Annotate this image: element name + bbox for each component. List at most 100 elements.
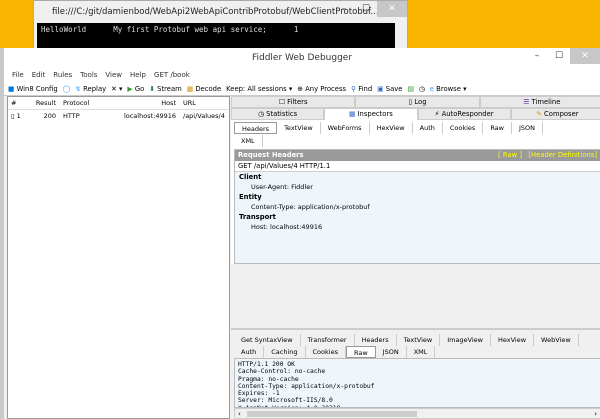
col-host[interactable]: Host bbox=[100, 99, 180, 107]
tab-inspectors[interactable]: ▦ Inspectors bbox=[324, 108, 418, 120]
close-button[interactable]: ✕ bbox=[377, 1, 407, 17]
header-group-transport: Transport bbox=[239, 213, 276, 221]
browse-button[interactable]: e Browse ▾ bbox=[430, 85, 467, 93]
find-button[interactable]: ⚲ Find bbox=[351, 85, 372, 93]
header-definitions-link[interactable]: [Header Definitions] bbox=[528, 150, 597, 161]
replay-icon: ↯ bbox=[75, 84, 81, 93]
comment-icon[interactable]: ◯ bbox=[63, 85, 71, 93]
tab-hexview[interactable]: HexView bbox=[370, 122, 413, 134]
tab-webforms[interactable]: WebForms bbox=[321, 122, 370, 134]
document-icon: ▯ bbox=[11, 112, 15, 120]
header-item: User-Agent: Fiddler bbox=[251, 183, 313, 191]
response-pane: Get SyntaxView Transformer Headers TextView… bbox=[231, 328, 600, 419]
save-icon: ▣ bbox=[377, 84, 384, 93]
tab-textview[interactable]: TextView bbox=[277, 122, 321, 134]
windows-icon: ■ bbox=[8, 84, 15, 93]
tab-caching[interactable]: Caching bbox=[264, 346, 306, 358]
go-button[interactable]: ▶ Go bbox=[127, 85, 144, 93]
tab-transformer[interactable]: Transformer bbox=[301, 334, 355, 346]
any-process-button[interactable]: ⊕ Any Process bbox=[297, 85, 346, 93]
sessions-header: # Result Protocol Host URL bbox=[8, 97, 229, 110]
win8-config-button[interactable]: ■ Win8 Config bbox=[8, 85, 58, 93]
header-item: Host: localhost:49916 bbox=[251, 223, 323, 231]
header-item: Content-Type: application/x-protobuf bbox=[251, 203, 370, 211]
tab-timeline[interactable]: ☰ Timeline bbox=[479, 96, 600, 108]
request-headers-title: Request Headers [ Raw ] [Header Definiti… bbox=[235, 150, 600, 161]
tab-composer[interactable]: ✎ Composer bbox=[510, 108, 600, 120]
maximize-button[interactable]: ☐ bbox=[548, 48, 570, 64]
menu-get-book[interactable]: GET /book bbox=[154, 71, 190, 79]
console-output: HelloWorld My first Protobuf web api ser… bbox=[37, 23, 395, 51]
crosshair-icon: ⊕ bbox=[297, 84, 303, 93]
main-tabs: ◷ Statistics ▦ Inspectors ⚡ AutoResponde… bbox=[231, 108, 600, 120]
screenshot-icon[interactable]: ▤ bbox=[407, 85, 413, 93]
tab-xml[interactable]: XML bbox=[407, 346, 436, 358]
menu-tools[interactable]: Tools bbox=[80, 71, 97, 79]
tab-raw[interactable]: Raw bbox=[345, 346, 376, 358]
tab-cookies[interactable]: Cookies bbox=[443, 122, 484, 134]
menu-rules[interactable]: Rules bbox=[53, 71, 72, 79]
timer-icon[interactable]: ◷ bbox=[419, 85, 425, 93]
col-url[interactable]: URL bbox=[180, 99, 196, 107]
menu-view[interactable]: View bbox=[105, 71, 122, 79]
tab-raw[interactable]: Raw bbox=[483, 122, 512, 134]
tab-webview[interactable]: WebView bbox=[534, 334, 579, 346]
tab-json[interactable]: JSON bbox=[376, 346, 407, 358]
minimize-button[interactable]: – bbox=[333, 1, 355, 17]
close-button[interactable]: ✕ bbox=[570, 48, 600, 64]
tab-get-syntaxview[interactable]: Get SyntaxView bbox=[234, 334, 301, 346]
response-raw-text[interactable]: HTTP/1.1 200 OK Cache-Control: no-cache … bbox=[234, 358, 600, 408]
top-tabs: ☐ Filters ▯ Log ☰ Timeline bbox=[231, 96, 600, 108]
tab-xml[interactable]: XML bbox=[234, 135, 263, 147]
fiddler-window: Fiddler Web Debugger – ☐ ✕ File Edit Rules To… bbox=[0, 48, 600, 419]
request-tabs-2: XML bbox=[231, 135, 600, 147]
play-icon: ▶ bbox=[127, 84, 133, 93]
tab-cookies[interactable]: Cookies bbox=[306, 346, 346, 358]
toolbar: ■ Win8 Config ◯ ↯ Replay ✕ ▾ ▶ Go ⬇ Stre… bbox=[4, 82, 600, 96]
tab-textview[interactable]: TextView bbox=[397, 334, 441, 346]
save-button[interactable]: ▣ Save bbox=[377, 85, 402, 93]
tab-headers[interactable]: Headers bbox=[355, 334, 397, 346]
col-number[interactable]: # bbox=[8, 99, 34, 107]
replay-button[interactable]: ↯ Replay bbox=[75, 85, 106, 93]
tab-headers[interactable]: Headers bbox=[234, 122, 278, 134]
tab-log[interactable]: ▯ Log bbox=[355, 96, 480, 108]
sessions-list[interactable]: # Result Protocol Host URL ▯ 1 200 HTTP … bbox=[7, 96, 230, 419]
stream-button[interactable]: ⬇ Stream bbox=[149, 85, 181, 93]
tab-imageview[interactable]: ImageView bbox=[440, 334, 491, 346]
remove-button[interactable]: ✕ ▾ bbox=[111, 85, 122, 93]
menu-help[interactable]: Help bbox=[130, 71, 146, 79]
tab-autoresponder[interactable]: ⚡ AutoResponder bbox=[417, 108, 511, 120]
response-tabs: Get SyntaxView Transformer Headers TextView… bbox=[231, 334, 600, 346]
raw-link[interactable]: [ Raw ] bbox=[498, 150, 522, 161]
tab-json[interactable]: JSON bbox=[512, 122, 544, 134]
menu-edit[interactable]: Edit bbox=[32, 71, 46, 79]
menu-bar: File Edit Rules Tools View Help GET /book bbox=[4, 68, 600, 82]
console-window: file:///C:/git/damienbod/WebApi2WebApiCo… bbox=[33, 0, 408, 52]
ie-icon: e bbox=[429, 84, 434, 93]
col-result[interactable]: Result bbox=[34, 99, 60, 107]
session-row[interactable]: ▯ 1 200 HTTP localhost:49916 /api/Values… bbox=[8, 110, 229, 122]
request-headers-panel: Request Headers [ Raw ] [Header Definiti… bbox=[234, 149, 600, 264]
menu-file[interactable]: File bbox=[12, 71, 24, 79]
stream-icon: ⬇ bbox=[149, 84, 155, 93]
tab-statistics[interactable]: ◷ Statistics bbox=[231, 108, 325, 120]
window-title: Fiddler Web Debugger bbox=[4, 48, 600, 68]
horizontal-scrollbar[interactable]: ‹ › bbox=[234, 408, 600, 419]
header-group-client: Client bbox=[239, 173, 262, 181]
request-line: GET /api/Values/4 HTTP/1.1 bbox=[235, 161, 600, 172]
binoculars-icon: ⚲ bbox=[351, 84, 357, 93]
tab-hexview[interactable]: HexView bbox=[491, 334, 535, 346]
header-group-entity: Entity bbox=[239, 193, 262, 201]
col-protocol[interactable]: Protocol bbox=[60, 99, 100, 107]
request-tabs: Headers TextView WebForms HexView Auth Cookie… bbox=[231, 122, 600, 134]
inspector-pane: ☐ Filters ▯ Log ☰ Timeline ◷ Statistics … bbox=[231, 96, 600, 419]
decode-icon: ▦ bbox=[186, 84, 194, 93]
tab-auth[interactable]: Auth bbox=[413, 122, 443, 134]
tab-auth[interactable]: Auth bbox=[234, 346, 265, 358]
minimize-button[interactable]: – bbox=[526, 48, 548, 64]
decode-button[interactable]: ▦ Decode bbox=[187, 85, 221, 93]
tab-filters[interactable]: ☐ Filters bbox=[231, 96, 356, 108]
keep-sessions-dropdown[interactable]: Keep: All sessions ▾ bbox=[226, 85, 292, 93]
maximize-button[interactable]: ☐ bbox=[355, 1, 377, 17]
